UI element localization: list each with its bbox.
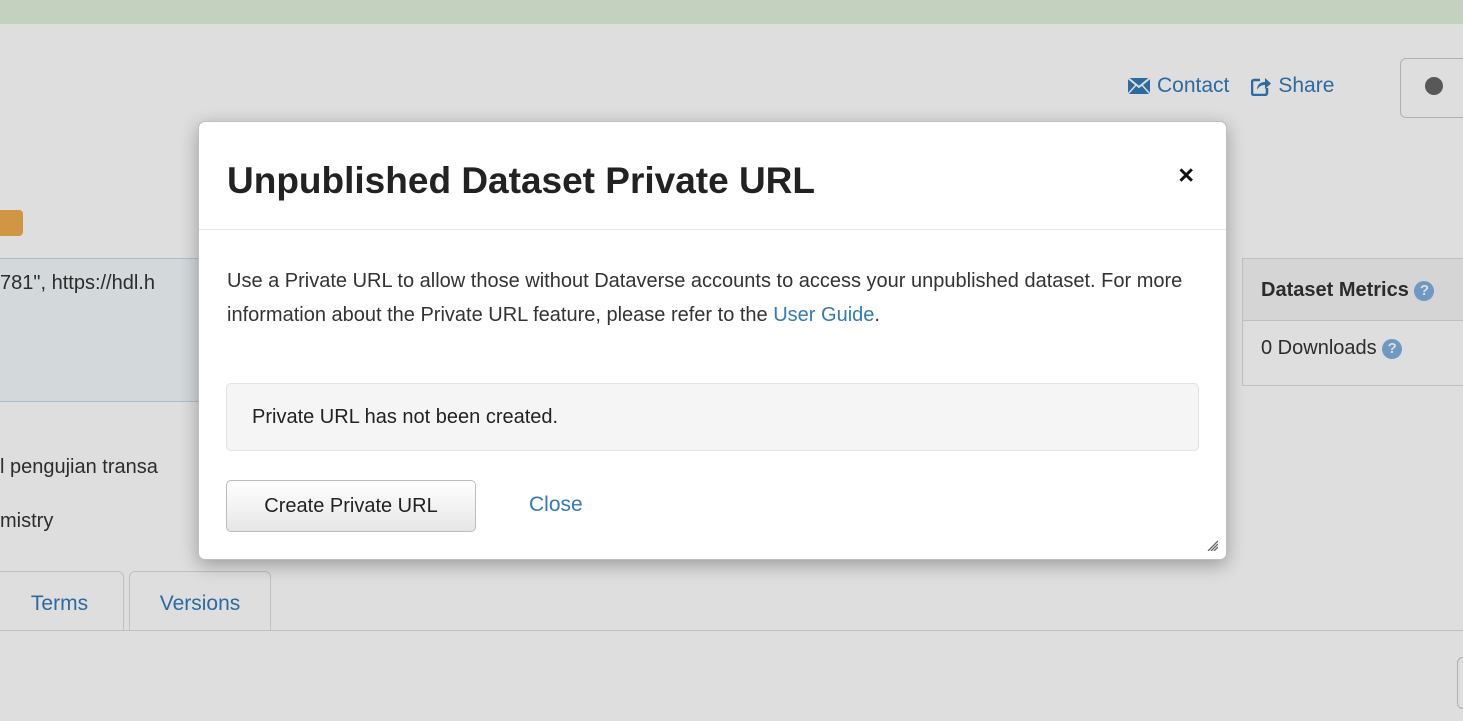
user-guide-link[interactable]: User Guide [773,304,874,326]
description-suffix: . [874,304,880,326]
modal-title: Unpublished Dataset Private URL [227,160,816,201]
description-text: Use a Private URL to allow those without… [227,270,1183,326]
close-icon[interactable]: × [1178,160,1194,191]
status-message: Private URL has not been created. [252,406,559,428]
modal-header: Unpublished Dataset Private URL × [199,122,1226,230]
resize-handle-icon[interactable] [1206,539,1218,551]
create-private-url-button[interactable]: Create Private URL [226,480,476,532]
modal-description: Use a Private URL to allow those without… [227,264,1202,332]
private-url-modal: Unpublished Dataset Private URL × Use a … [198,121,1227,560]
private-url-status: Private URL has not been created. [226,383,1199,451]
close-link[interactable]: Close [529,493,583,517]
